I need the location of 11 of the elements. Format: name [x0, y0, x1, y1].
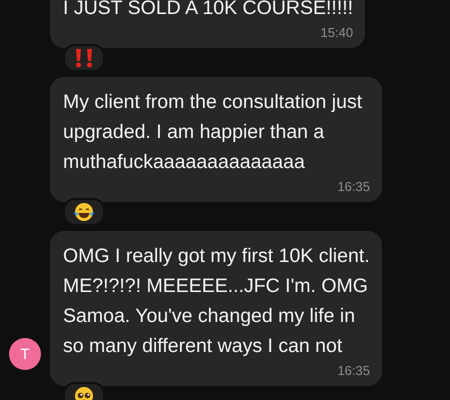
message-text: My client from the consultation just upgraded. I am happier than a muthafuckaaaaaaaaaaaaaa: [63, 90, 364, 175]
double-exclamation-icon: [73, 48, 95, 68]
message-time: 16:35: [337, 363, 370, 378]
message-text: I JUST SOLD A 10K COURSE!!!!!: [63, 0, 354, 21]
laughing-emoji-icon: [74, 202, 94, 222]
avatar[interactable]: T: [9, 338, 41, 370]
message-time: 16:35: [337, 179, 370, 194]
pleading-emoji-icon: [74, 386, 94, 400]
message-time: 15:40: [320, 25, 354, 40]
reaction-badge[interactable]: [63, 198, 105, 226]
message-text: OMG I really got my first 10K client. ME?!?!?! MEEEEE...JFC I'm. OMG Samoa. You've changed my life in so many different ways I can not: [63, 244, 370, 359]
